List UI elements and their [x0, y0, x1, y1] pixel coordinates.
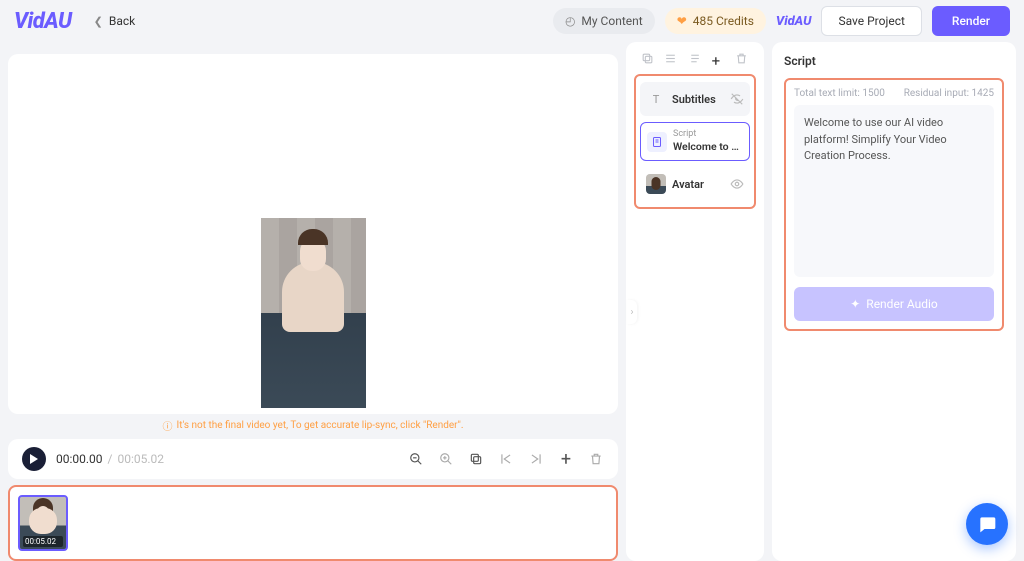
copy-icon[interactable] [468, 451, 484, 467]
layer-align-icon[interactable] [664, 52, 678, 66]
credits-button[interactable]: ❤ 485 Credits [665, 8, 766, 34]
back-label: Back [109, 14, 135, 28]
brand-badge: VidAU [776, 14, 812, 29]
timeline-controls: 00:00.00 / 00:05.02 + [8, 439, 618, 479]
save-project-button[interactable]: Save Project [821, 6, 921, 36]
layer-script-heading: Script [673, 130, 743, 139]
back-button[interactable]: ❮ Back [94, 14, 136, 28]
info-icon: ⓘ [163, 418, 173, 433]
layer-copy-icon[interactable] [641, 52, 655, 66]
render-button[interactable]: Render [932, 6, 1010, 36]
layer-avatar-label: Avatar [672, 178, 704, 191]
layer-avatar[interactable]: Avatar [640, 167, 750, 201]
visible-icon[interactable] [730, 177, 744, 191]
layer-subtitles[interactable]: T Subtitles [640, 82, 750, 116]
script-textarea[interactable]: Welcome to use our AI video platform! Si… [794, 105, 994, 277]
time-separator: / [108, 452, 113, 466]
hidden-icon[interactable] [730, 92, 744, 106]
main: ⓘ It's not the final video yet, To get a… [0, 42, 1024, 561]
play-button[interactable] [22, 447, 46, 471]
scene-thumbnail[interactable]: 00:05.02 [18, 495, 68, 551]
notice-text: It's not the final video yet, To get acc… [177, 420, 464, 431]
scene-thumbnails: 00:05.02 [8, 485, 618, 561]
preview-area: ⓘ It's not the final video yet, To get a… [8, 42, 618, 433]
preview-card [8, 54, 618, 414]
thumbnail-duration: 00:05.02 [23, 536, 63, 547]
zoom-out-icon[interactable] [408, 451, 424, 467]
header-right: ◴ My Content ❤ 485 Credits VidAU Save Pr… [553, 6, 1010, 36]
total-duration: 00:05.02 [117, 452, 164, 466]
credits-label: 485 Credits [693, 14, 754, 28]
clock-icon: ◴ [565, 14, 575, 28]
layers-panel: + T Subtitles Script Welcome to u… Avata… [626, 42, 764, 561]
script-limits: Total text limit: 1500 Residual input: 1… [794, 88, 994, 99]
text-limit-total: Total text limit: 1500 [794, 88, 885, 99]
layers-toolbar: + [634, 52, 756, 74]
chat-fab[interactable] [966, 503, 1008, 545]
render-notice: ⓘ It's not the final video yet, To get a… [8, 418, 618, 433]
skip-forward-icon[interactable] [528, 451, 544, 467]
render-audio-label: Render Audio [866, 297, 937, 311]
add-scene-icon[interactable]: + [558, 451, 574, 467]
script-panel-title: Script [784, 54, 1004, 68]
header-left: VidAU ❮ Back [14, 9, 135, 34]
layer-subtitles-label: Subtitles [672, 93, 716, 106]
render-audio-button[interactable]: ✦ Render Audio [794, 287, 994, 321]
playback-controls: 00:00.00 / 00:05.02 [22, 447, 164, 471]
chevron-left-icon: ❮ [94, 15, 103, 28]
left-column: ⓘ It's not the final video yet, To get a… [8, 42, 618, 561]
current-time: 00:00.00 [56, 452, 103, 466]
my-content-label: My Content [581, 14, 642, 28]
script-card: Total text limit: 1500 Residual input: 1… [784, 78, 1004, 331]
layer-delete-icon[interactable] [735, 52, 749, 66]
timeline-tools: + [408, 451, 604, 467]
layer-add-icon[interactable]: + [712, 52, 726, 66]
avatar-thumbnail-icon [646, 174, 666, 194]
skip-back-icon[interactable] [498, 451, 514, 467]
panel-expand-handle[interactable]: › [627, 300, 637, 324]
script-panel: Script Total text limit: 1500 Residual i… [772, 42, 1016, 561]
delete-icon[interactable] [588, 451, 604, 467]
header: VidAU ❮ Back ◴ My Content ❤ 485 Credits … [0, 0, 1024, 42]
layer-script[interactable]: Script Welcome to u… [640, 122, 750, 161]
video-preview[interactable] [261, 218, 366, 408]
layer-script-preview: Welcome to u… [673, 140, 743, 153]
sparkle-icon: ✦ [850, 297, 860, 311]
time-display: 00:00.00 / 00:05.02 [56, 452, 164, 466]
heart-icon: ❤ [677, 14, 687, 28]
script-icon [647, 132, 667, 152]
zoom-in-icon[interactable] [438, 451, 454, 467]
layers-list: T Subtitles Script Welcome to u… Avatar [634, 74, 756, 209]
my-content-button[interactable]: ◴ My Content [553, 8, 655, 34]
logo: VidAU [14, 9, 72, 34]
text-icon: T [646, 89, 666, 109]
text-limit-residual: Residual input: 1425 [904, 88, 994, 99]
layer-list-icon[interactable] [688, 52, 702, 66]
